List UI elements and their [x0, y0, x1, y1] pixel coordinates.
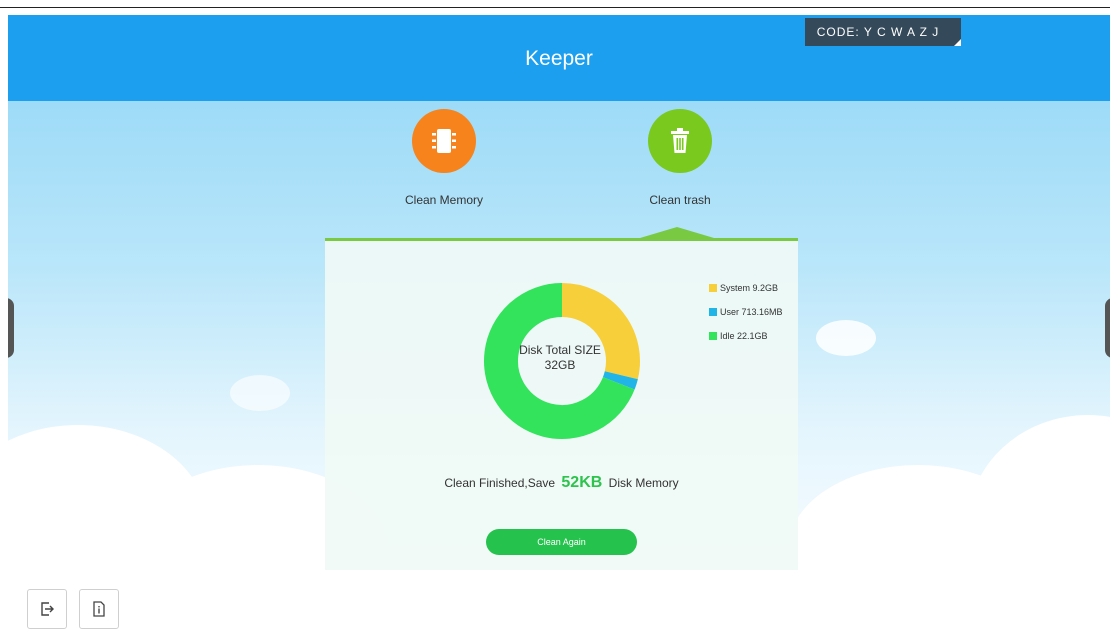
disk-total-title: Disk Total SIZE: [519, 343, 601, 357]
saved-amount: 52KB: [561, 474, 603, 491]
legend-swatch: [709, 284, 717, 292]
exit-icon: [41, 602, 54, 616]
legend-label: System 9.2GB: [720, 283, 779, 293]
code-badge: CODE: Y C W A Z J: [805, 18, 961, 46]
legend-item-system: System 9.2GB: [709, 283, 783, 293]
legend-label: User 713.16MB: [720, 307, 783, 317]
legend-label: Idle 22.1GB: [720, 331, 768, 341]
legend-swatch: [709, 308, 717, 316]
panel-top-bar: [325, 238, 798, 241]
clean-result-text: Clean Finished,Save 52KB Disk Memory: [325, 474, 798, 492]
memory-chip-icon: [412, 109, 476, 173]
clean-again-button[interactable]: Clean Again: [486, 529, 637, 555]
clean-trash-option[interactable]: Clean trash: [610, 109, 750, 207]
cloud-decoration: [816, 320, 876, 356]
clean-memory-label: Clean Memory: [404, 193, 484, 207]
legend-swatch: [709, 332, 717, 340]
disk-total-value: 32GB: [544, 358, 576, 372]
right-edge-handle[interactable]: [1105, 298, 1110, 358]
app-screen: Keeper CODE: Y C W A Z J Clean Memory Cl…: [8, 15, 1110, 570]
app-header: Keeper CODE: Y C W A Z J: [8, 15, 1110, 101]
legend-item-idle: Idle 22.1GB: [709, 331, 783, 341]
result-suffix: Disk Memory: [608, 476, 679, 490]
code-text: CODE: Y C W A Z J: [816, 25, 940, 39]
clean-memory-option[interactable]: Clean Memory: [374, 109, 514, 207]
exit-button[interactable]: [27, 589, 67, 629]
chart-legend: System 9.2GB User 713.16MB Idle 22.1GB: [709, 283, 783, 355]
info-icon: [93, 601, 105, 617]
info-button[interactable]: [79, 589, 119, 629]
donut-center-label: Disk Total SIZE 32GB: [495, 343, 625, 373]
trash-icon: [648, 109, 712, 173]
top-rule: [0, 7, 1110, 8]
badge-corner: [954, 39, 961, 46]
cloud-decoration: [968, 415, 1110, 570]
cloud-decoration: [230, 375, 290, 411]
app-title: Keeper: [525, 47, 593, 70]
legend-item-user: User 713.16MB: [709, 307, 783, 317]
disk-panel: Disk Total SIZE 32GB System 9.2GB User 7…: [325, 227, 798, 570]
donut-slice-user: [602, 370, 638, 390]
result-prefix: Clean Finished,Save: [444, 476, 556, 490]
left-edge-handle[interactable]: [8, 298, 14, 358]
active-tab-indicator: [640, 227, 714, 238]
clean-trash-label: Clean trash: [649, 193, 711, 207]
